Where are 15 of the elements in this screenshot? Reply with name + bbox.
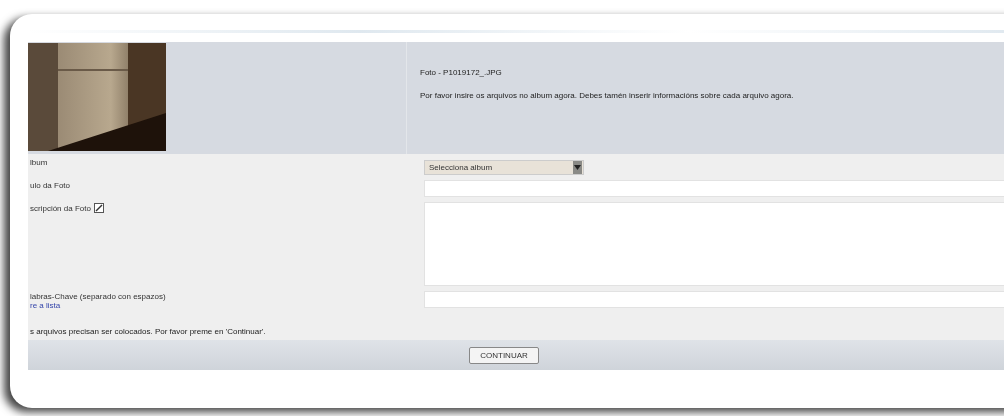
text-field[interactable] bbox=[424, 180, 1004, 197]
field-label: scripción da Foto bbox=[30, 203, 91, 213]
edit-icon[interactable] bbox=[93, 203, 104, 213]
file-title: Foto - P1019172_.JPG bbox=[420, 68, 503, 77]
field-label: labras-Chave (separado con espazos) bbox=[30, 292, 166, 301]
album-select[interactable]: Selecciona album bbox=[424, 160, 584, 175]
caret-icon bbox=[574, 165, 581, 170]
description-field[interactable] bbox=[424, 202, 1004, 286]
text-field[interactable] bbox=[424, 291, 1004, 308]
status-message: s arquivos precisan ser colocados. Por favor preme en 'Continuar'. bbox=[28, 311, 1004, 340]
list-link[interactable]: re a lista bbox=[30, 301, 424, 310]
continue-button[interactable]: CONTINUAR bbox=[469, 346, 539, 364]
field-label: ulo da Foto bbox=[30, 181, 71, 190]
field-label: lbum bbox=[30, 158, 48, 167]
instructions-text: Por favor insire os arquivos no album agora. Debes tamén inserir informacións sobre cada arquivo agora. bbox=[420, 91, 795, 100]
